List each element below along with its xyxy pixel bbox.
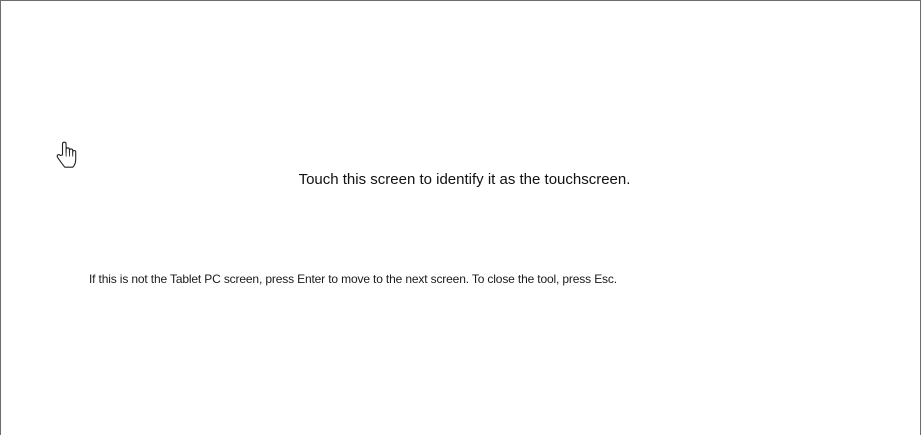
touchscreen-identify-screen[interactable]: Touch this screen to identify it as the … bbox=[0, 0, 921, 435]
hand-pointer-icon bbox=[54, 140, 80, 170]
touchscreen-instruction: Touch this screen to identify it as the … bbox=[298, 171, 631, 188]
navigation-hint: If this is not the Tablet PC screen, pre… bbox=[89, 272, 617, 286]
